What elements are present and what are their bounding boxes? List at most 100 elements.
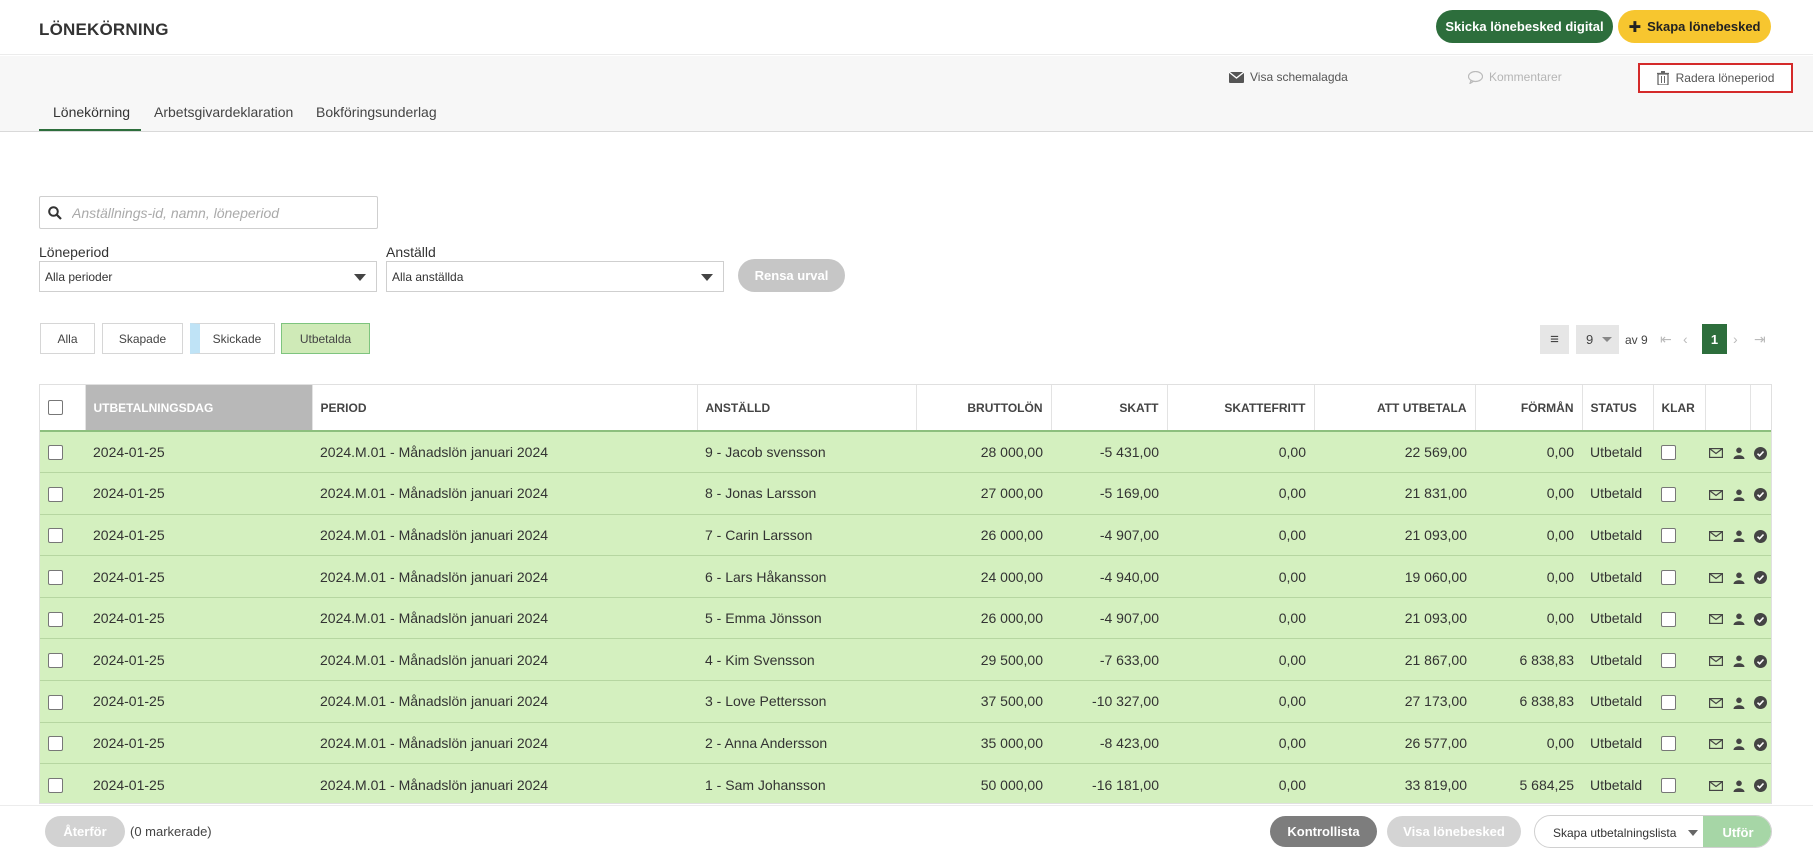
row-done-cell [1653,638,1705,682]
table-row[interactable]: 2024-01-25 2024.M.01 - Månadslön januari … [40,431,1771,474]
search-input[interactable] [72,204,352,221]
user-icon[interactable] [1733,447,1745,460]
first-page-icon[interactable]: ⇤ [1660,331,1672,348]
row-period: 2024.M.01 - Månadslön januari 2024 [312,597,697,640]
user-icon[interactable] [1733,697,1745,709]
envelope-icon[interactable] [1709,656,1723,667]
show-scheduled-link[interactable]: Visa schemalagda [1229,70,1348,84]
table-row[interactable]: 2024-01-25 2024.M.01 - Månadslön januari … [40,680,1771,723]
envelope-icon[interactable] [1709,448,1723,459]
filter-all-button[interactable]: Alla [40,323,95,354]
row-select-cell [40,680,85,723]
list-view-icon[interactable]: ≡ [1540,325,1569,354]
check-circle-icon[interactable] [1754,654,1767,668]
col-forman[interactable]: FÖRMÅN [1475,385,1583,432]
done-checkbox[interactable] [1661,486,1676,502]
envelope-icon[interactable] [1709,739,1723,750]
user-icon[interactable] [1733,613,1745,626]
table-row[interactable]: 2024-01-25 2024.M.01 - Månadslön januari … [40,722,1771,765]
done-checkbox[interactable] [1661,777,1676,793]
row-checkbox[interactable] [48,694,63,710]
table-row[interactable]: 2024-01-25 2024.M.01 - Månadslön januari … [40,638,1771,682]
done-checkbox[interactable] [1661,445,1676,461]
row-checkbox[interactable] [48,736,63,752]
check-circle-icon[interactable] [1754,612,1767,626]
done-checkbox[interactable] [1661,653,1676,669]
col-skattefritt[interactable]: SKATTEFRITT [1167,385,1315,432]
row-done-cell [1653,722,1705,765]
clear-filters-button[interactable]: Rensa urval [738,259,845,292]
user-icon[interactable] [1733,738,1745,751]
table-row[interactable]: 2024-01-25 2024.M.01 - Månadslön januari … [40,472,1771,515]
check-circle-icon[interactable] [1754,779,1767,793]
col-status[interactable]: STATUS [1582,385,1654,432]
row-checkbox[interactable] [48,569,63,585]
check-circle-icon[interactable] [1754,529,1767,543]
col-klar[interactable]: KLAR [1653,385,1706,432]
send-digital-button[interactable]: Skicka lönebesked digital [1436,10,1613,43]
row-checkbox[interactable] [48,653,63,669]
row-checkbox[interactable] [48,445,63,461]
row-checkbox[interactable] [48,611,63,627]
table-row[interactable]: 2024-01-25 2024.M.01 - Månadslön januari … [40,763,1771,803]
check-circle-icon[interactable] [1754,571,1767,585]
control-list-button[interactable]: Kontrollista [1270,816,1377,847]
envelope-icon[interactable] [1709,572,1723,583]
check-circle-icon[interactable] [1754,696,1767,710]
show-payslip-button[interactable]: Visa lönebesked [1387,816,1521,847]
current-page-button[interactable]: 1 [1702,324,1727,354]
check-circle-icon[interactable] [1754,737,1767,751]
envelope-icon[interactable] [1709,489,1723,500]
user-icon[interactable] [1733,655,1745,668]
last-page-icon[interactable]: ⇥ [1754,331,1766,348]
user-icon[interactable] [1733,780,1745,792]
done-checkbox[interactable] [1661,694,1676,710]
envelope-icon[interactable] [1709,697,1723,708]
done-checkbox[interactable] [1661,611,1676,627]
user-icon[interactable] [1733,489,1745,501]
tab-arbetsgivardeklaration[interactable]: Arbetsgivardeklaration [154,104,293,120]
col-anstalld[interactable]: ANSTÄLLD [697,385,917,432]
select-all-checkbox[interactable] [48,400,63,416]
check-circle-icon[interactable] [1754,488,1767,502]
chevron-down-icon[interactable] [1688,830,1698,836]
table-row[interactable]: 2024-01-25 2024.M.01 - Månadslön januari … [40,514,1771,557]
period-select[interactable]: Alla perioder [39,261,377,292]
page-size-select[interactable]: 9 [1576,325,1619,354]
done-checkbox[interactable] [1661,736,1676,752]
row-actions-cell [1705,680,1750,723]
tab-bokforingsunderlag[interactable]: Bokföringsunderlag [316,104,437,120]
done-checkbox[interactable] [1661,528,1676,544]
row-checkbox[interactable] [48,486,63,502]
envelope-icon[interactable] [1709,531,1723,542]
table-row[interactable]: 2024-01-25 2024.M.01 - Månadslön januari … [40,555,1771,598]
filter-paid-button[interactable]: Utbetalda [281,323,370,354]
table-row[interactable]: 2024-01-25 2024.M.01 - Månadslön januari … [40,597,1771,640]
delete-period-button[interactable]: Radera löneperiod [1638,63,1793,93]
user-icon[interactable] [1733,530,1745,543]
create-payslip-button[interactable]: ✚ Skapa lönebesked [1618,10,1771,43]
comments-link[interactable]: Kommentarer [1468,70,1562,84]
col-utbetalningsdag[interactable]: UTBETALNINGSDAG [85,385,313,432]
envelope-icon[interactable] [1709,780,1723,791]
payout-list-select[interactable]: Skapa utbetalningslista [1553,826,1676,840]
row-checkbox[interactable] [48,528,63,544]
tab-lonekorning[interactable]: Lönekörning [53,104,130,120]
envelope-icon[interactable] [1709,614,1723,625]
col-bruttolon[interactable]: BRUTTOLÖN [916,385,1052,432]
col-skatt[interactable]: SKATT [1051,385,1168,432]
done-checkbox[interactable] [1661,569,1676,585]
row-benefit: 0,00 [1475,431,1582,474]
col-period[interactable]: PERIOD [312,385,698,432]
next-page-icon[interactable]: › [1733,331,1738,347]
filter-created-button[interactable]: Skapade [102,323,183,354]
col-att-utbetala[interactable]: ATT UTBETALA [1314,385,1476,432]
employee-select[interactable]: Alla anställda [386,261,724,292]
user-icon[interactable] [1733,572,1745,584]
execute-button[interactable]: Utför [1703,816,1771,847]
revert-button[interactable]: Återför [45,816,125,847]
prev-page-icon[interactable]: ‹ [1683,331,1688,347]
check-circle-icon[interactable] [1754,446,1767,460]
filter-sent-button[interactable]: Skickade [190,323,275,354]
row-checkbox[interactable] [48,777,63,793]
